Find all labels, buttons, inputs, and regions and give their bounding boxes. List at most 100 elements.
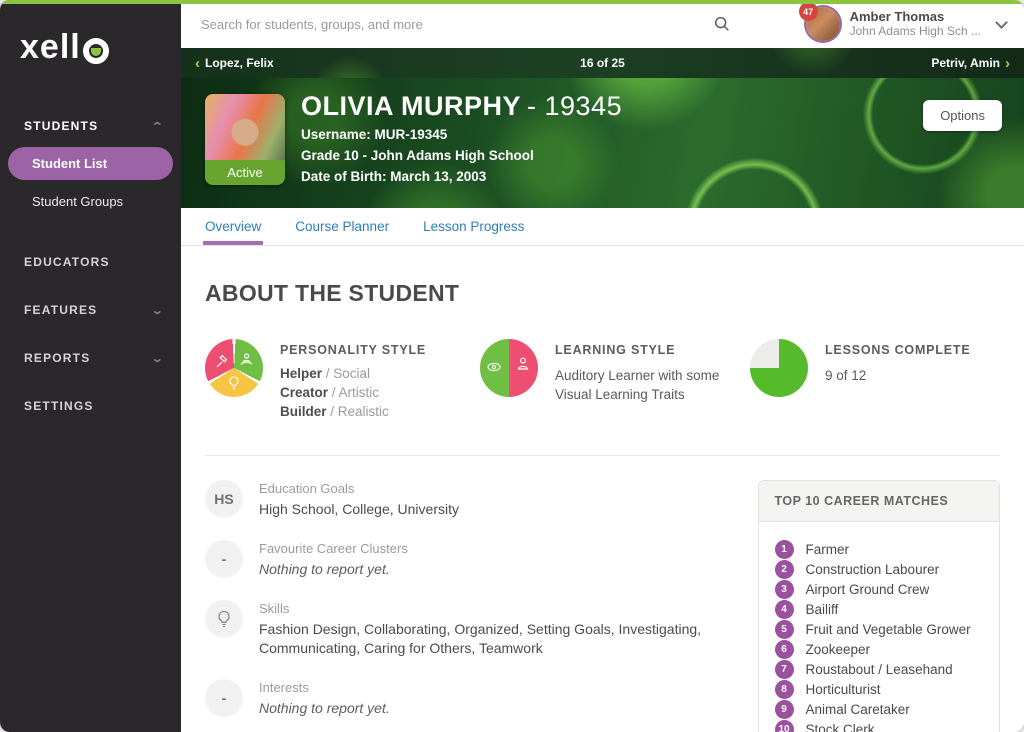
helping-hand-icon	[238, 352, 254, 368]
career-match-item[interactable]: 4 Bailiff	[775, 599, 984, 619]
sidebar-section-features[interactable]: FEATURES ⌄	[0, 293, 181, 327]
rank-badge: 5	[775, 620, 794, 639]
student-info-list: HS Education Goals High School, College,…	[205, 480, 734, 732]
student-name: OLIVIA MURPHY- 19345	[301, 91, 622, 122]
career-match-item[interactable]: 3 Airport Ground Crew	[775, 579, 984, 599]
sidebar-section-students[interactable]: STUDENTS ⌃	[0, 109, 181, 143]
status-badge: Active	[205, 160, 285, 185]
dash-icon: -	[205, 679, 243, 717]
search-input[interactable]	[201, 17, 705, 32]
sidebar-section-reports[interactable]: REPORTS ⌄	[0, 341, 181, 375]
sidebar-item-student-list[interactable]: Student List	[8, 147, 173, 180]
sidebar-students-label: STUDENTS	[24, 119, 98, 133]
person-icon	[515, 356, 531, 372]
sidebar-item-student-groups[interactable]: Student Groups	[0, 180, 181, 215]
learning-style-pie-chart	[480, 339, 538, 397]
lower-section: HS Education Goals High School, College,…	[205, 455, 1000, 732]
info-label: Favourite Career Clusters	[259, 541, 408, 556]
options-button[interactable]: Options	[923, 100, 1002, 131]
student-dob: Date of Birth: March 13, 2003	[301, 169, 622, 185]
next-student-label: Petriv, Amin	[931, 56, 1000, 70]
prev-student-label: Lopez, Felix	[205, 56, 274, 70]
career-matches-list: 1 Farmer 2 Construction Labourer 3 Airpo…	[759, 522, 1000, 732]
tab-lesson-progress[interactable]: Lesson Progress	[423, 208, 524, 245]
career-match-item[interactable]: 10 Stock Clerk	[775, 719, 984, 732]
personality-pie-chart	[205, 339, 263, 397]
student-hero: Active OLIVIA MURPHY- 19345 Username: MU…	[181, 78, 1024, 208]
chevron-up-icon: ⌃	[150, 120, 165, 133]
brand-accent-bar	[0, 0, 1024, 4]
personality-style-heading: PERSONALITY STYLE	[280, 343, 426, 357]
prev-student-button[interactable]: ‹ Lopez, Felix	[195, 55, 274, 72]
rank-badge: 9	[775, 700, 794, 719]
student-photo	[205, 94, 285, 160]
sidebar-item-educators[interactable]: EDUCATORS	[0, 245, 181, 279]
career-match-item[interactable]: 9 Animal Caretaker	[775, 699, 984, 719]
tab-overview[interactable]: Overview	[205, 208, 261, 245]
career-match-item[interactable]: 8 Horticulturist	[775, 679, 984, 699]
search-icon[interactable]	[713, 15, 731, 33]
info-label: Education Goals	[259, 481, 459, 496]
learning-style-stat: LEARNING STYLE Auditory Learner with som…	[480, 339, 750, 421]
rank-badge: 6	[775, 640, 794, 659]
pager-counter: 16 of 25	[580, 56, 625, 70]
info-item-career-clusters: - Favourite Career Clusters Nothing to r…	[205, 540, 734, 579]
rank-badge: 10	[775, 720, 794, 732]
rank-badge: 1	[775, 540, 794, 559]
personality-style-lines: Helper / Social Creator / Artistic Build…	[280, 364, 426, 421]
rank-badge: 2	[775, 560, 794, 579]
notification-badge: 47	[799, 2, 818, 21]
chevron-left-icon: ‹	[195, 55, 200, 72]
features-label: FEATURES	[24, 303, 97, 317]
main-area: 47 Amber Thomas John Adams High Sch ... …	[181, 0, 1024, 732]
lightbulb-icon	[226, 375, 242, 391]
hammer-icon	[214, 354, 230, 370]
reports-label: REPORTS	[24, 351, 90, 365]
logo-text: xell	[20, 28, 81, 67]
chevron-right-icon: ›	[1005, 55, 1010, 72]
search-bar	[201, 15, 731, 33]
tab-bar: Overview Course Planner Lesson Progress	[181, 208, 1024, 246]
career-match-item[interactable]: 7 Roustabout / Leasehand	[775, 659, 984, 679]
career-matches-panel: TOP 10 CAREER MATCHES 1 Farmer 2 Constru…	[758, 480, 1001, 732]
user-menu[interactable]: 47 Amber Thomas John Adams High Sch ...	[806, 7, 1010, 41]
sidebar: xell STUDENTS ⌃ Student List Student Gro…	[0, 0, 181, 732]
lessons-complete-stat: LESSONS COMPLETE 9 of 12	[750, 339, 1000, 421]
xello-logo: xell	[20, 28, 181, 67]
student-photo-card: Active	[205, 94, 285, 185]
settings-label: SETTINGS	[24, 399, 94, 413]
student-name-text: OLIVIA MURPHY	[301, 91, 521, 121]
tab-course-planner[interactable]: Course Planner	[295, 208, 389, 245]
page-title: ABOUT THE STUDENT	[205, 280, 1000, 307]
info-label: Interests	[259, 680, 390, 695]
education-goals-icon: HS	[205, 480, 243, 518]
career-match-item[interactable]: 1 Farmer	[775, 539, 984, 559]
rank-badge: 7	[775, 660, 794, 679]
info-item-skills: Skills Fashion Design, Collaborating, Or…	[205, 600, 734, 658]
learning-style-heading: LEARNING STYLE	[555, 343, 733, 357]
student-pager: ‹ Lopez, Felix 16 of 25 Petriv, Amin ›	[181, 48, 1024, 78]
career-match-item[interactable]: 2 Construction Labourer	[775, 559, 984, 579]
career-match-item[interactable]: 5 Fruit and Vegetable Grower	[775, 619, 984, 639]
info-item-education-goals: HS Education Goals High School, College,…	[205, 480, 734, 519]
lightbulb-icon	[205, 600, 243, 638]
lessons-complete-heading: LESSONS COMPLETE	[825, 343, 970, 357]
student-list-label: Student List	[32, 156, 107, 171]
info-label: Skills	[259, 601, 729, 616]
stats-row: PERSONALITY STYLE Helper / Social Creato…	[205, 339, 1000, 421]
dash-icon: -	[205, 540, 243, 578]
eye-icon	[486, 360, 502, 376]
student-username: Username: MUR-19345	[301, 127, 622, 143]
learning-style-text: Auditory Learner with some Visual Learni…	[555, 366, 733, 404]
sidebar-item-settings[interactable]: SETTINGS	[0, 389, 181, 423]
student-grade: Grade 10 - John Adams High School	[301, 148, 622, 164]
rank-badge: 3	[775, 580, 794, 599]
chevron-down-icon	[995, 16, 1008, 29]
chevron-down-icon: ⌄	[150, 304, 165, 317]
rank-badge: 4	[775, 600, 794, 619]
career-match-item[interactable]: 6 Zookeeper	[775, 639, 984, 659]
next-student-button[interactable]: Petriv, Amin ›	[931, 55, 1010, 72]
logo-o-icon	[83, 38, 109, 64]
rank-badge: 8	[775, 680, 794, 699]
student-groups-label: Student Groups	[32, 194, 123, 209]
